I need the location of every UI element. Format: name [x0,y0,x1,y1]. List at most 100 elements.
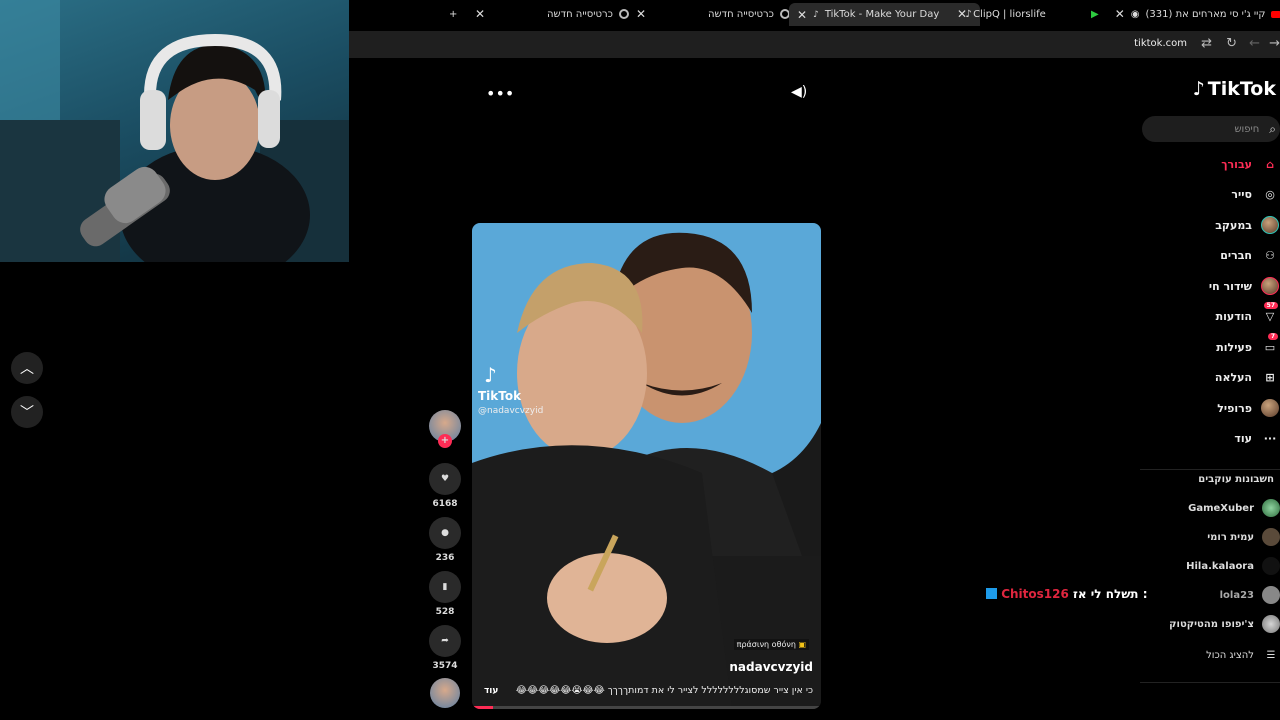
chevron-down-icon: ﹀ [20,405,34,421]
search-bar[interactable]: חיפוש ⌕ [1142,116,1280,142]
avatar [1262,499,1280,517]
creator-avatar[interactable]: + [428,410,462,448]
progress-fill [472,706,493,709]
avatar [1262,586,1280,604]
heart-icon: ♥ [440,474,450,484]
upload-icon: ⊞ [1265,370,1275,384]
save-count: 528 [435,607,455,617]
youtube-icon [1271,10,1280,18]
audio-icon: ◉ [1130,8,1140,20]
chat-username: Chitos126 [1001,587,1069,601]
volume-icon[interactable]: ◀) [791,84,807,100]
live-avatar-icon [1260,276,1280,296]
tab-title: ClipQ | liorslife [973,8,1046,20]
nav-upload[interactable]: העלאה ⊞ [1140,366,1280,388]
browser-tabbar: + ✕ כרטיסייה חדשה ✕ כרטיסייה חדשה ✕ ♪ Ti… [349,0,1280,28]
account-item[interactable]: GameXuber [1140,498,1280,518]
tab-youtube[interactable]: ▶ ✕ ◉ (331) קיי ג'י סי מארחים את [1091,4,1280,24]
forward-icon[interactable]: → [1269,36,1280,51]
tab-clipq[interactable]: ✕ ClipQ | liorslife [957,4,1046,24]
tab-title: כרטיסייה חדשה [708,8,774,20]
follow-plus-icon[interactable]: + [438,434,452,448]
like-button[interactable]: ♥ 6168 [428,463,462,509]
share-icon: ➦ [441,636,449,646]
bookmark-icon: ▮ [442,582,448,592]
comment-icon: ● [441,528,449,538]
tab-new-2[interactable]: כרטיסייה חדשה [708,4,790,24]
tab-close-icon[interactable]: ✕ [475,4,485,24]
messages-badge: 57 [1263,302,1278,309]
inbox-icon: ▭ 7 [1260,333,1280,357]
following-avatar-icon [1260,215,1280,235]
save-button[interactable]: ▮ 528 [428,571,462,617]
more-icon: ··· [1263,431,1277,445]
divider [1140,682,1280,683]
video-player[interactable]: ♪ TikTok @nadavcvzyid πράσινη οθόνη ▣ na… [472,223,821,709]
chrome-icon [618,9,629,19]
nav-friends[interactable]: חברים ⚇ [1140,244,1280,266]
profile-avatar-icon [1260,398,1280,418]
site-settings-icon[interactable]: ⇄ [1201,36,1212,51]
tab-title: TikTok - Make Your Day [824,9,940,20]
show-all-link[interactable]: להציג הכול ☰ [1140,645,1280,665]
nav-explore[interactable]: סייר ◎ [1140,183,1280,205]
nav-activity[interactable]: פעילות ▭ 7 [1140,333,1280,358]
tab-close-icon[interactable]: ✕ [797,8,807,22]
tab-close-icon[interactable]: ✕ [957,7,967,21]
tiktok-sidebar: ♪ TikTok חיפוש ⌕ עבורך ⌂ סייר ◎ במעקב חב… [1140,60,1280,690]
comment-count: 236 [435,553,455,563]
tab-title: כרטיסייה חדשה [547,8,613,20]
tiktok-logo[interactable]: ♪ TikTok [1193,78,1276,100]
chat-badge-icon [986,588,997,599]
tiktok-watermark-icon: ♪ [484,363,497,387]
account-item[interactable]: lola23 [1140,585,1280,605]
account-item[interactable]: Hila.kalaora [1140,556,1280,576]
new-tab-button[interactable]: + [449,4,457,24]
address-bar[interactable]: tiktok.com ⇄ ↻ ← → [349,31,1280,58]
nav-messages[interactable]: הודעות ▽ 57 [1140,302,1280,327]
share-count: 3574 [432,661,458,671]
comment-button[interactable]: ● 236 [428,517,462,563]
chat-overlay: Chitos126 תשלח לי אז : [986,587,1148,601]
tab-close-icon[interactable]: ✕ [636,4,646,24]
account-item[interactable]: עמית רומי [1140,527,1280,547]
search-icon[interactable]: ⌕ [1269,122,1276,137]
reload-icon[interactable]: ↻ [1226,36,1237,51]
previous-video-button[interactable]: ︿ [11,352,43,384]
video-caption: כי אין צייר שמסוגלללללללל לצייר לי את דמ… [515,685,813,696]
nav-for-you[interactable]: עבורך ⌂ [1140,153,1280,175]
tab-tiktok[interactable]: ✕ ♪ TikTok - Make Your Day ♪ [789,3,980,26]
account-item[interactable]: צ'יפופו מהטיקטוק [1140,614,1280,634]
avatar [1262,528,1280,546]
tab-new-1[interactable]: כרטיסייה חדשה [547,4,629,24]
like-count: 6168 [432,499,458,509]
video-author[interactable]: nadavcvzyid [729,660,813,674]
search-input[interactable]: חיפוש [1234,124,1259,135]
nav-more[interactable]: עוד ··· [1140,427,1280,449]
nav-live[interactable]: שידור חי [1140,275,1280,297]
url-text[interactable]: tiktok.com [1134,38,1187,49]
tiktok-favicon-icon: ♪ [813,9,819,20]
divider [1140,469,1280,470]
tab-title: (331) קיי ג'י סי מארחים את [1145,8,1266,20]
tiktok-note-icon: ♪ [1192,78,1205,100]
home-icon: ⌂ [1266,157,1274,171]
music-avatar[interactable] [428,678,462,708]
share-button[interactable]: ➦ 3574 [428,625,462,671]
green-screen-tag[interactable]: πράσινη οθόνη ▣ [733,639,809,650]
watermark-user: @nadavcvzyid [478,406,544,416]
tab-close-icon[interactable]: ✕ [1115,7,1125,21]
streamer-image [0,0,349,262]
chevron-up-icon: ︿ [20,361,34,377]
nav-following[interactable]: במעקב [1140,214,1280,236]
nav-profile[interactable]: פרופיל [1140,397,1280,419]
avatar [1262,557,1280,575]
list-icon: ☰ [1266,649,1276,661]
caption-more-link[interactable]: עוד [484,686,498,696]
friends-icon: ⚇ [1265,248,1275,262]
watermark-text: TikTok [478,389,522,403]
progress-bar[interactable] [472,706,821,709]
next-video-button[interactable]: ﹀ [11,396,43,428]
back-icon[interactable]: ← [1249,36,1260,51]
more-options-icon[interactable]: ••• [486,84,514,103]
